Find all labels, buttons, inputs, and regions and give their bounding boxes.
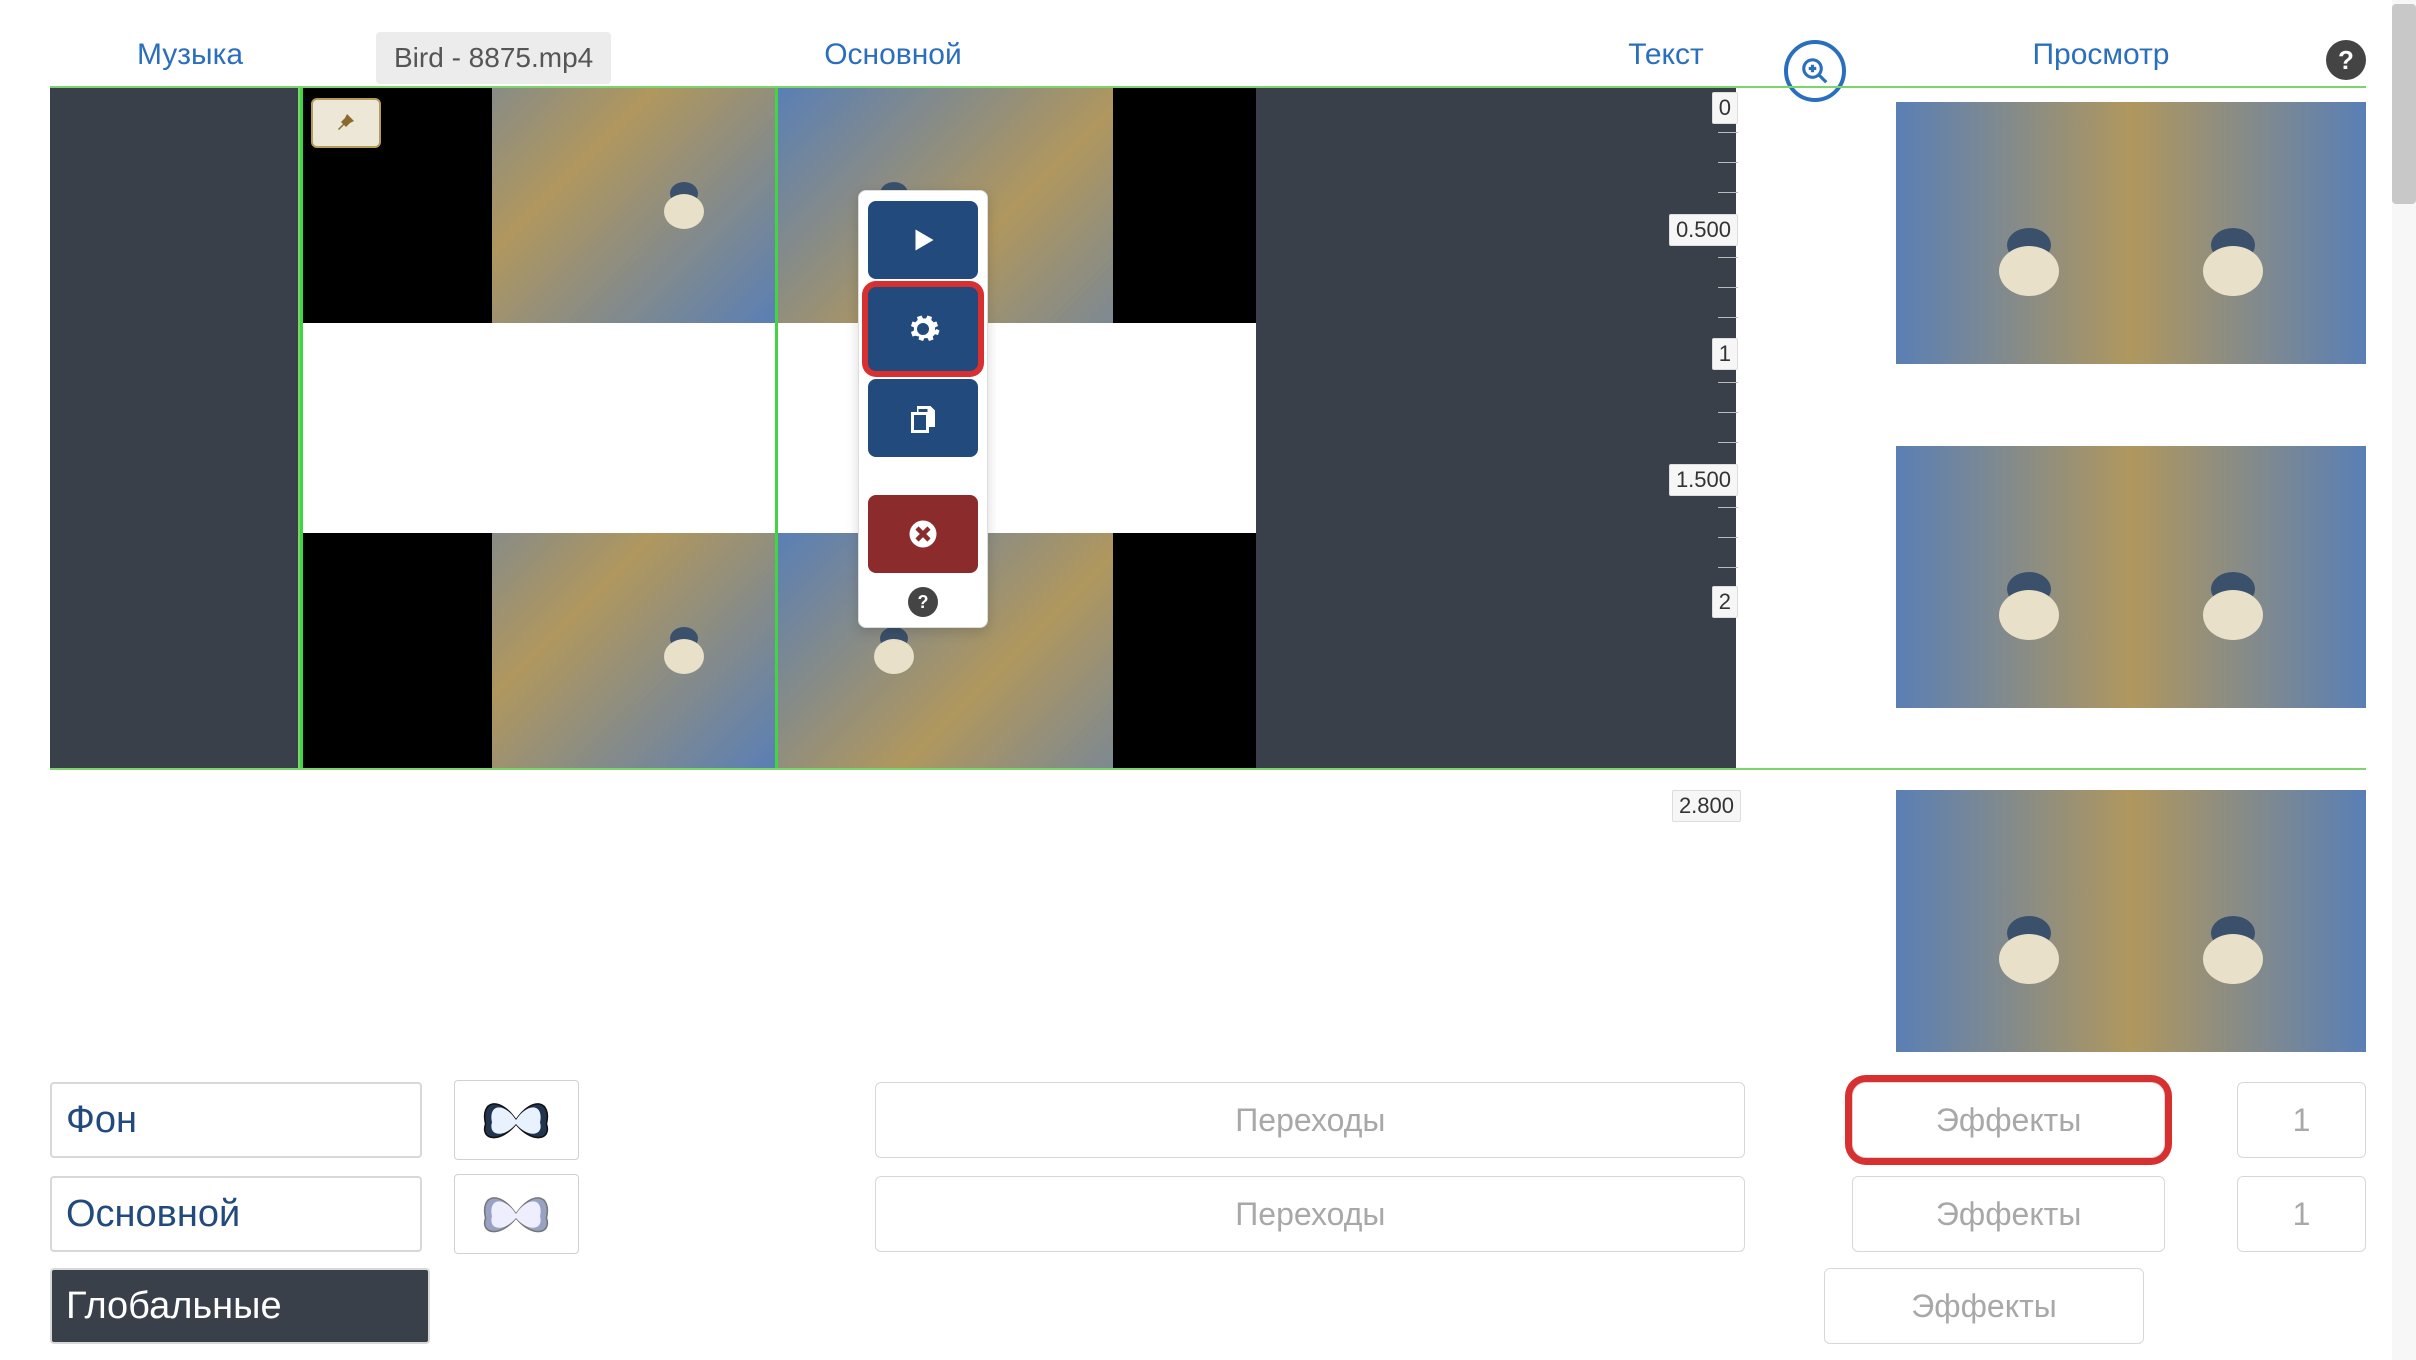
zoom-in-icon [1800,56,1830,86]
tick-minor [1718,162,1738,163]
clip-settings-button[interactable] [868,287,978,371]
preview-frame-1[interactable] [1896,102,2366,364]
close-circle-icon [905,516,941,552]
transitions-button-background[interactable]: Переходы [875,1082,1745,1158]
clip-filename-chip: Bird - 8875.mp4 [376,32,611,84]
tick-1: 1 [1712,338,1738,370]
preview-frame-3[interactable] [1896,790,2366,1052]
clip-help-button[interactable]: ? [908,587,938,617]
tick-1.5: 1.500 [1669,464,1738,496]
tick-minor [1718,507,1738,508]
tab-preview[interactable]: Просмотр [1856,30,2346,80]
tick-minor [1718,287,1738,288]
transitions-button-main[interactable]: Переходы [875,1176,1745,1252]
effects-button-main[interactable]: Эффекты [1852,1176,2165,1252]
clip-play-button[interactable] [868,201,978,279]
vertical-scrollbar[interactable] [2392,0,2416,1360]
preview-frame-2[interactable] [1896,446,2366,708]
tick-minor [1718,317,1738,318]
layer-style-background[interactable] [454,1080,579,1160]
clip-action-popover: ? [858,190,988,628]
clip-2-waveform-area [778,323,1256,533]
layer-row-global: Глобальные Эффекты [50,1268,2366,1344]
help-button[interactable]: ? [2326,40,2366,80]
effects-count-main[interactable]: 1 [2237,1176,2366,1252]
tick-minor [1718,382,1738,383]
layer-tab-background[interactable]: Фон [50,1082,422,1158]
effects-button-global[interactable]: Эффекты [1824,1268,2144,1344]
preview-column [1896,102,2366,1052]
top-tab-bar: Музыка Основной Текст Просмотр Bird - 88… [0,0,2416,80]
layer-row-background: Фон Переходы Эффекты 1 [50,1080,2366,1160]
pin-icon [334,111,358,135]
empty-track-cell[interactable] [1256,88,1736,768]
clip-2[interactable] [778,88,1256,768]
butterfly-icon [476,1090,556,1150]
effects-button-background[interactable]: Эффекты [1852,1082,2165,1158]
tick-minor [1718,567,1738,568]
tick-end: 2.800 [1672,790,1741,822]
clip-1-waveform-area [303,323,775,533]
layer-tab-main[interactable]: Основной [50,1176,422,1252]
layer-style-main[interactable] [454,1174,579,1254]
clip-2-thumb-top [778,88,1256,323]
tick-2: 2 [1712,586,1738,618]
gear-icon [905,311,941,347]
copy-icon [905,400,941,436]
tick-minor [1718,412,1738,413]
play-icon [905,222,941,258]
clip-copy-button[interactable] [868,379,978,457]
tick-minor [1718,192,1738,193]
layer-row-main: Основной Переходы Эффекты 1 [50,1174,2366,1254]
tab-music[interactable]: Музыка [70,30,310,80]
time-scale: 0 0.500 1 1.500 2 [1668,92,1738,772]
clip-2-thumb-bottom [778,533,1256,768]
clip-delete-button[interactable] [868,495,978,573]
tick-0.5: 0.500 [1669,214,1738,246]
clip-1[interactable] [300,88,778,768]
tick-minor [1718,257,1738,258]
tick-minor [1718,442,1738,443]
butterfly-icon [476,1184,556,1244]
tick-0: 0 [1712,92,1738,124]
effects-count-background[interactable]: 1 [2237,1082,2366,1158]
layer-tab-global[interactable]: Глобальные [50,1268,430,1344]
music-track-cell[interactable] [50,88,300,768]
tick-minor [1718,132,1738,133]
layers-panel: Фон Переходы Эффекты 1 Основной Переходы… [50,1080,2366,1344]
pin-button[interactable] [311,98,381,148]
tick-minor [1718,537,1738,538]
clip-1-thumb-bottom [303,533,775,768]
